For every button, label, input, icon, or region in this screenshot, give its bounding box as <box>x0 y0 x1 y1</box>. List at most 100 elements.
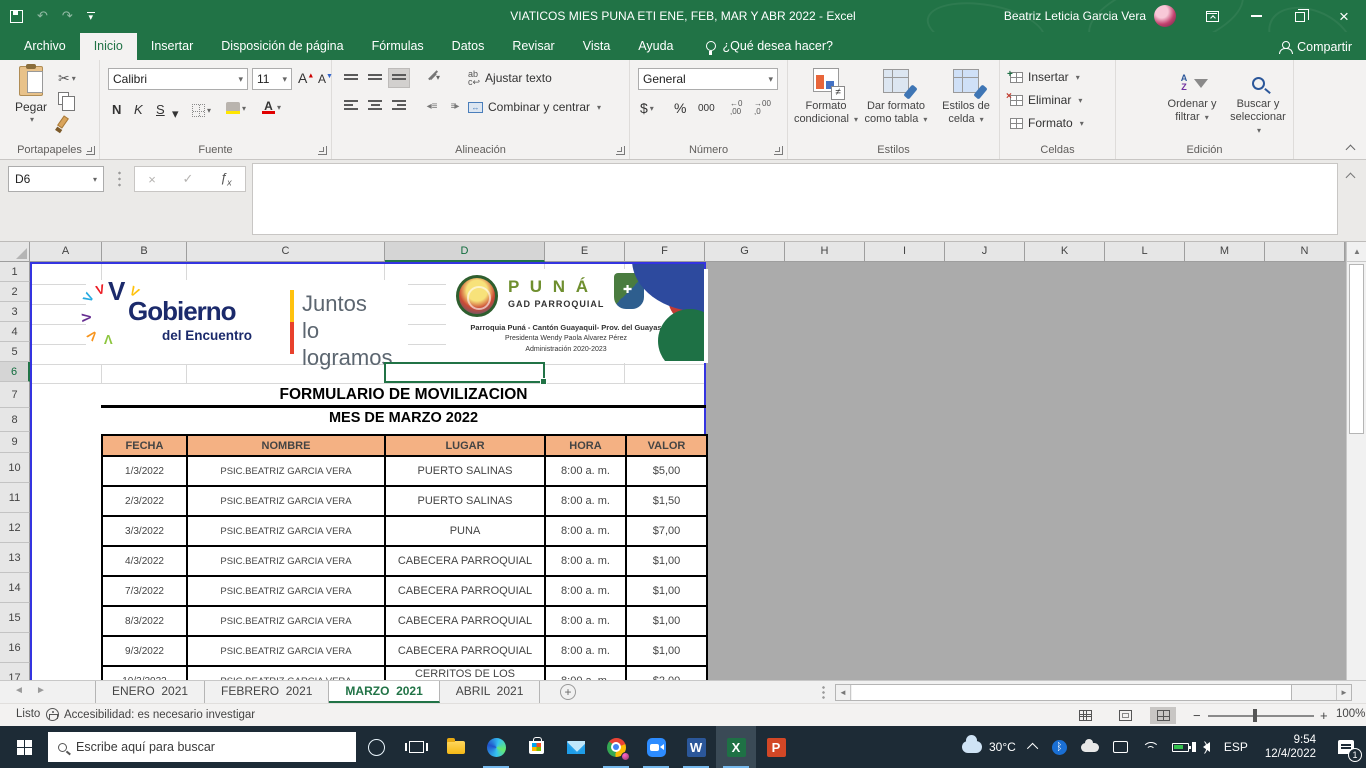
name-box-resize-handle[interactable] <box>118 170 121 188</box>
column-header-B[interactable]: B <box>102 242 187 262</box>
ribbon-tab-ayuda[interactable]: Ayuda <box>624 33 687 60</box>
row-header-4[interactable]: 4 <box>0 322 30 342</box>
number-dialog-launcher[interactable] <box>774 146 783 155</box>
italic-button[interactable]: K <box>134 102 143 117</box>
increase-decimal-button[interactable]: ←0,00 <box>730 100 742 116</box>
underline-button[interactable]: S <box>156 102 165 117</box>
taskbar-search-box[interactable]: Escribe aquí para buscar <box>48 732 356 762</box>
zoom-in-button[interactable]: + <box>1320 708 1328 723</box>
zoom-out-button[interactable]: − <box>1193 708 1201 723</box>
cell-lugar[interactable]: CERRITOS DE LOS <box>385 666 545 680</box>
ribbon-tab-datos[interactable]: Datos <box>438 33 499 60</box>
cell-hora[interactable]: 8:00 a. m. <box>545 546 626 576</box>
paste-button[interactable]: Pegar ▾ <box>8 66 54 140</box>
alignment-dialog-launcher[interactable] <box>616 146 625 155</box>
restore-button[interactable] <box>1278 0 1322 32</box>
font-color-button[interactable]: A▾ <box>262 100 281 114</box>
sheet-tab-febrero-2021[interactable]: FEBRERO 2021 <box>205 681 329 703</box>
font-size-combo[interactable]: 11▾ <box>252 68 292 90</box>
cell-nombre[interactable]: PSIC.BEATRIZ GARCIA VERA <box>187 636 385 666</box>
align-left-button[interactable] <box>340 96 362 116</box>
name-box[interactable]: D6▾ <box>8 166 104 192</box>
column-header-E[interactable]: E <box>545 242 625 262</box>
cell-nombre[interactable]: PSIC.BEATRIZ GARCIA VERA <box>187 516 385 546</box>
tell-me-box[interactable]: ¿Qué desea hacer? <box>706 39 834 60</box>
tablet-button[interactable] <box>1106 726 1135 768</box>
cell-lugar[interactable]: PUERTO SALINAS <box>385 456 545 486</box>
store-button[interactable] <box>516 726 556 768</box>
wifi-button[interactable] <box>1135 726 1165 768</box>
selected-cell-d6[interactable] <box>384 362 545 383</box>
cell-nombre[interactable]: PSIC.BEATRIZ GARCIA VERA <box>187 606 385 636</box>
cell-hora[interactable]: 8:00 a. m. <box>545 516 626 546</box>
conditional-formatting-button[interactable]: ≠ Formato condicional ▾ <box>790 66 862 126</box>
cell-lugar[interactable]: CABECERA PARROQUIAL <box>385 636 545 666</box>
cell-fecha[interactable]: 7/3/2022 <box>102 576 187 606</box>
align-center-button[interactable] <box>364 96 386 116</box>
vertical-scroll-thumb[interactable] <box>1349 264 1364 434</box>
word-button[interactable]: W <box>676 726 716 768</box>
currency-button[interactable]: $▾ <box>640 100 654 116</box>
column-header-C[interactable]: C <box>187 242 385 262</box>
cell-valor[interactable]: $1,00 <box>626 636 707 666</box>
row-header-6[interactable]: 6 <box>0 362 30 382</box>
format-cells-button[interactable]: Formato▾ <box>1010 116 1084 130</box>
number-format-combo[interactable]: General▾ <box>638 68 778 90</box>
select-all-corner[interactable] <box>0 242 30 262</box>
cell-hora[interactable]: 8:00 a. m. <box>545 636 626 666</box>
wrap-text-button[interactable]: abc↩Ajustar texto <box>468 70 552 86</box>
sort-filter-button[interactable]: AZ Ordenar y filtrar ▾ <box>1160 68 1224 124</box>
cell-nombre[interactable]: PSIC.BEATRIZ GARCIA VERA <box>187 666 385 680</box>
cell-nombre[interactable]: PSIC.BEATRIZ GARCIA VERA <box>187 486 385 516</box>
zoom-level[interactable]: 100% <box>1336 708 1365 720</box>
cell-nombre[interactable]: PSIC.BEATRIZ GARCIA VERA <box>187 456 385 486</box>
column-header-J[interactable]: J <box>945 242 1025 262</box>
sheet-tab-marzo-2021[interactable]: MARZO 2021 <box>329 681 439 703</box>
tray-expand-button[interactable] <box>1023 726 1045 768</box>
format-painter-button[interactable] <box>60 116 66 128</box>
sheet-tab-enero-2021[interactable]: ENERO 2021 <box>95 681 205 703</box>
column-header-I[interactable]: I <box>865 242 945 262</box>
column-header-H[interactable]: H <box>785 242 865 262</box>
formula-input[interactable] <box>252 163 1338 235</box>
cell-valor[interactable]: $1,00 <box>626 576 707 606</box>
align-top-button[interactable] <box>340 68 362 88</box>
cell-lugar[interactable]: PUNA <box>385 516 545 546</box>
column-header-K[interactable]: K <box>1025 242 1105 262</box>
find-select-button[interactable]: Buscar y seleccionar ▾ <box>1226 68 1290 137</box>
comma-style-button[interactable]: 000 <box>698 103 715 114</box>
cut-button[interactable]: ✂▾ <box>58 70 76 87</box>
column-header-L[interactable]: L <box>1105 242 1185 262</box>
excel-button[interactable]: X <box>716 726 756 768</box>
borders-button[interactable]: ▾ <box>192 104 211 117</box>
insert-function-icon[interactable]: ƒx <box>220 170 232 188</box>
column-header-D[interactable]: D <box>385 242 545 262</box>
cancel-icon[interactable]: × <box>148 172 156 187</box>
fill-color-button[interactable]: ▾ <box>226 102 246 114</box>
cell-nombre[interactable]: PSIC.BEATRIZ GARCIA VERA <box>187 576 385 606</box>
row-header-1[interactable]: 1 <box>0 262 30 282</box>
cell-hora[interactable]: 8:00 a. m. <box>545 666 626 680</box>
increase-indent-button[interactable]: ≡▸ <box>444 96 466 116</box>
minimize-button[interactable] <box>1234 0 1278 32</box>
weather-widget[interactable]: 30°C <box>955 726 1023 768</box>
zoom-slider-thumb[interactable] <box>1253 709 1257 722</box>
column-header-A[interactable]: A <box>30 242 102 262</box>
task-view-button[interactable] <box>396 726 436 768</box>
delete-cells-button[interactable]: ×Eliminar▾ <box>1010 93 1082 107</box>
decrease-decimal-button[interactable]: →00,0 <box>754 100 771 116</box>
sheet-nav-left-icon[interactable]: ◄ <box>14 685 24 696</box>
collapse-ribbon-button[interactable] <box>1346 145 1356 151</box>
align-middle-button[interactable] <box>364 68 386 88</box>
cell-valor[interactable]: $2,00 <box>626 666 707 680</box>
chrome-button[interactable] <box>596 726 636 768</box>
bluetooth-button[interactable]: ᛒ <box>1045 726 1074 768</box>
decrease-indent-button[interactable]: ◂≡ <box>420 96 442 116</box>
grow-font-button[interactable]: A▲ <box>298 70 314 86</box>
column-header-M[interactable]: M <box>1185 242 1265 262</box>
cell-fecha[interactable]: 9/3/2022 <box>102 636 187 666</box>
table-header-hora[interactable]: HORA <box>545 435 626 456</box>
powerpoint-button[interactable]: P <box>756 726 796 768</box>
copy-button[interactable]: ▾ <box>58 92 75 105</box>
document-title-cell[interactable]: FORMULARIO DE MOVILIZACION <box>101 382 706 408</box>
